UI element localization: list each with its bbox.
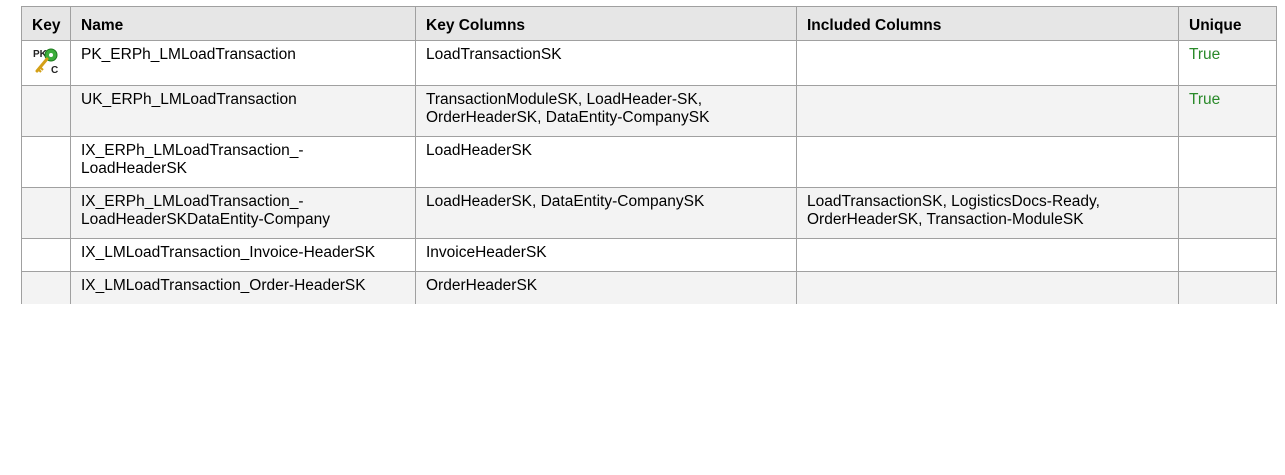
included-columns: [796, 85, 1179, 137]
included-columns: [796, 238, 1179, 272]
key-columns: OrderHeaderSK: [415, 271, 797, 304]
key-columns: TransactionModuleSK, LoadHeader-SK, Orde…: [415, 85, 797, 137]
table-header-row: Key Name Key Columns Included Columns Un…: [21, 6, 1277, 41]
key-columns: LoadTransactionSK: [415, 40, 797, 86]
index-name: IX_LMLoadTransaction_Invoice-HeaderSK: [70, 238, 416, 272]
included-columns: LoadTransactionSK, LogisticsDocs-Ready, …: [796, 187, 1179, 239]
column-header-unique: Unique: [1178, 6, 1277, 41]
index-name: IX_ERPh_LMLoadTransaction_-LoadHeaderSK: [70, 136, 416, 188]
unique-value: [1178, 136, 1277, 188]
unique-value: True: [1178, 40, 1277, 86]
included-columns: [796, 136, 1179, 188]
key-columns: LoadHeaderSK, DataEntity-CompanySK: [415, 187, 797, 239]
index-name: PK_ERPh_LMLoadTransaction: [70, 40, 416, 86]
index-name: IX_ERPh_LMLoadTransaction_-LoadHeaderSKD…: [70, 187, 416, 239]
table-row: IX_ERPh_LMLoadTransaction_-LoadHeaderSK …: [21, 136, 1277, 188]
indexes-table: Key Name Key Columns Included Columns Un…: [21, 6, 1277, 304]
table-row: IX_LMLoadTransaction_Order-HeaderSK Orde…: [21, 271, 1277, 304]
table-row: IX_LMLoadTransaction_Invoice-HeaderSK In…: [21, 238, 1277, 272]
unique-value: [1178, 271, 1277, 304]
column-header-key-columns: Key Columns: [415, 6, 797, 41]
primary-key-icon: PK C: [33, 48, 58, 76]
key-cell: [21, 271, 71, 304]
key-cell: [21, 187, 71, 239]
table-row: IX_ERPh_LMLoadTransaction_-LoadHeaderSKD…: [21, 187, 1277, 239]
index-name: UK_ERPh_LMLoadTransaction: [70, 85, 416, 137]
index-name: IX_LMLoadTransaction_Order-HeaderSK: [70, 271, 416, 304]
table-row: UK_ERPh_LMLoadTransaction TransactionMod…: [21, 85, 1277, 137]
key-cell: [21, 238, 71, 272]
unique-value: True: [1178, 85, 1277, 137]
unique-value: [1178, 238, 1277, 272]
key-columns: InvoiceHeaderSK: [415, 238, 797, 272]
key-columns: LoadHeaderSK: [415, 136, 797, 188]
included-columns: [796, 271, 1179, 304]
column-header-included-columns: Included Columns: [796, 6, 1179, 41]
key-cell: [21, 136, 71, 188]
key-cell: PK C: [21, 40, 71, 86]
included-columns: [796, 40, 1179, 86]
column-header-name: Name: [70, 6, 416, 41]
svg-text:C: C: [51, 65, 58, 76]
table-row: PK C PK_ERPh_LMLoadTransaction LoadTrans…: [21, 40, 1277, 86]
column-header-key: Key: [21, 6, 71, 41]
unique-value: [1178, 187, 1277, 239]
key-cell: [21, 85, 71, 137]
